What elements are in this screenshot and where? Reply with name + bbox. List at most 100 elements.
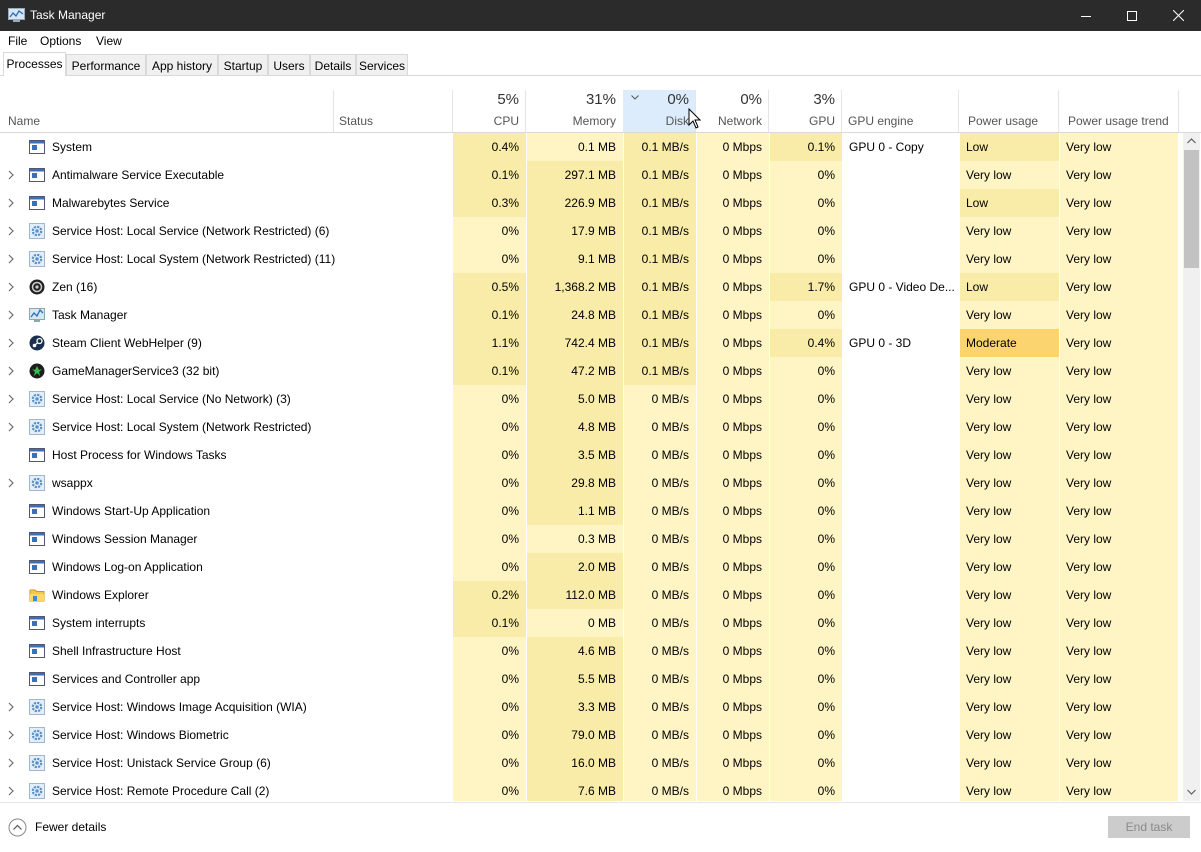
process-name: Service Host: Windows Image Acquisition … — [52, 700, 307, 714]
expand-chevron-right-icon[interactable] — [8, 693, 18, 721]
app-window-icon — [29, 195, 45, 211]
end-task-button[interactable]: End task — [1108, 816, 1190, 838]
table-row[interactable]: Windows Start-Up Application 0% 1.1 MB 0 MB… — [0, 497, 1178, 525]
table-row[interactable]: System interrupts 0.1% 0 MB 0 MB/s 0 Mbps 0% V… — [0, 609, 1178, 637]
fewer-details-button[interactable]: Fewer details — [8, 816, 118, 838]
cell-network: 0 Mbps — [696, 469, 769, 497]
tab-services[interactable]: Services — [356, 54, 408, 75]
process-name: Zen (16) — [52, 280, 98, 294]
cell-memory: 24.8 MB — [526, 301, 623, 329]
column-separator[interactable] — [1178, 90, 1179, 132]
header-status[interactable]: Status — [333, 90, 453, 132]
cell-gpu-engine — [842, 357, 959, 385]
tab-users[interactable]: Users — [268, 54, 310, 75]
cell-gpu: 0% — [769, 637, 842, 665]
table-row[interactable]: Service Host: Local System (Network Rest… — [0, 245, 1178, 273]
cell-cpu: 0.1% — [453, 609, 526, 637]
table-row[interactable]: System 0.4% 0.1 MB 0.1 MB/s 0 Mbps 0.1% GPU 0 … — [0, 133, 1178, 161]
minimize-button[interactable] — [1063, 0, 1109, 31]
table-row[interactable]: Windows Explorer 0.2% 112.0 MB 0 MB/s 0 Mbps… — [0, 581, 1178, 609]
scroll-down-arrow-icon[interactable] — [1187, 789, 1196, 795]
table-row[interactable]: Windows Log-on Application 0% 2.0 MB 0 MB/s… — [0, 553, 1178, 581]
header-power-usage[interactable]: Power usage — [959, 90, 1059, 132]
scroll-thumb[interactable] — [1184, 150, 1199, 268]
header-gpu[interactable]: 3% GPU — [769, 90, 842, 132]
header-gpu-engine[interactable]: GPU engine — [842, 90, 959, 132]
header-network[interactable]: 0% Network — [696, 90, 769, 132]
cell-cpu: 0% — [453, 441, 526, 469]
menu-options[interactable]: Options — [40, 34, 81, 48]
table-row[interactable]: Service Host: Windows Biometric 0% 79.0 MB… — [0, 721, 1178, 749]
tab-startup[interactable]: Startup — [218, 54, 268, 75]
tab-app-history[interactable]: App history — [146, 54, 218, 75]
tab-processes[interactable]: Processes — [3, 52, 66, 76]
cell-gpu-engine — [842, 469, 959, 497]
cell-cpu: 0% — [453, 721, 526, 749]
expand-chevron-right-icon[interactable] — [8, 273, 18, 301]
table-row[interactable]: Task Manager 0.1% 24.8 MB 0.1 MB/s 0 Mbps 0% V… — [0, 301, 1178, 329]
cell-memory: 1,368.2 MB — [526, 273, 623, 301]
header-power-usage-trend[interactable]: Power usage trend — [1059, 90, 1179, 132]
cell-disk: 0 MB/s — [623, 693, 696, 721]
cell-gpu-engine — [842, 721, 959, 749]
scroll-up-arrow-icon[interactable] — [1187, 138, 1196, 144]
cell-gpu: 0% — [769, 721, 842, 749]
expand-chevron-right-icon[interactable] — [8, 189, 18, 217]
expand-chevron-right-icon[interactable] — [8, 301, 18, 329]
table-row[interactable]: Antimalware Service Executable 0.1% 297.1 … — [0, 161, 1178, 189]
cell-gpu: 0.1% — [769, 133, 842, 161]
table-row[interactable]: Malwarebytes Service 0.3% 226.9 MB 0.1 MB/s… — [0, 189, 1178, 217]
cell-gpu: 0% — [769, 301, 842, 329]
expand-chevron-right-icon[interactable] — [8, 245, 18, 273]
table-row[interactable]: Services and Controller app 0% 5.5 MB 0 MB/… — [0, 665, 1178, 693]
table-row[interactable]: Windows Session Manager 0% 0.3 MB 0 MB/s 0 M… — [0, 525, 1178, 553]
table-row[interactable]: Service Host: Windows Image Acquisition … — [0, 693, 1178, 721]
cell-trend: Very low — [1059, 749, 1178, 777]
expand-chevron-right-icon[interactable] — [8, 161, 18, 189]
expand-chevron-right-icon[interactable] — [8, 357, 18, 385]
header-name[interactable]: Name — [0, 90, 333, 132]
header-gpu-percent: 3% — [813, 91, 835, 108]
expand-chevron-right-icon[interactable] — [8, 749, 18, 777]
expand-chevron-right-icon[interactable] — [8, 385, 18, 413]
table-row[interactable]: Service Host: Remote Procedure Call (2) 0… — [0, 777, 1178, 801]
header-cpu[interactable]: 5% CPU — [453, 90, 526, 132]
expand-chevron-right-icon[interactable] — [8, 469, 18, 497]
expand-chevron-right-icon[interactable] — [8, 721, 18, 749]
table-row[interactable]: Steam Client WebHelper (9) 1.1% 742.4 MB 0.… — [0, 329, 1178, 357]
tab-performance[interactable]: Performance — [66, 54, 146, 75]
table-row[interactable]: Service Host: Local Service (No Network)… — [0, 385, 1178, 413]
cell-gpu-engine — [842, 245, 959, 273]
maximize-icon — [1127, 10, 1137, 21]
header-memory[interactable]: 31% Memory — [526, 90, 623, 132]
vertical-scrollbar[interactable] — [1183, 133, 1200, 801]
table-row[interactable]: Zen (16) 0.5% 1,368.2 MB 0.1 MB/s 0 Mbps 1.7%… — [0, 273, 1178, 301]
expand-chevron-right-icon[interactable] — [8, 217, 18, 245]
header-disk[interactable]: 0% Disk — [623, 90, 696, 132]
table-row[interactable]: Service Host: Local Service (Network Res… — [0, 217, 1178, 245]
tab-details[interactable]: Details — [310, 54, 356, 75]
table-row[interactable]: GameManagerService3 (32 bit) 0.1% 47.2 MB 0… — [0, 357, 1178, 385]
expand-chevron-right-icon[interactable] — [8, 777, 18, 801]
cell-cpu: 0% — [453, 665, 526, 693]
table-row[interactable]: Service Host: Unistack Service Group (6)… — [0, 749, 1178, 777]
header-disk-label: Disk — [665, 114, 689, 128]
table-row[interactable]: Service Host: Local System (Network Rest… — [0, 413, 1178, 441]
expand-chevron-right-icon[interactable] — [8, 329, 18, 357]
cell-power: Very low — [959, 609, 1059, 637]
table-row[interactable]: Shell Infrastructure Host 0% 4.6 MB 0 MB/s 0… — [0, 637, 1178, 665]
table-row[interactable]: wsappx 0% 29.8 MB 0 MB/s 0 Mbps 0% Very low Ver… — [0, 469, 1178, 497]
cell-memory: 297.1 MB — [526, 161, 623, 189]
menu-view[interactable]: View — [96, 34, 122, 48]
close-button[interactable] — [1155, 0, 1201, 31]
title-bar: Task Manager — [0, 0, 1201, 31]
game-manager-icon — [29, 363, 45, 379]
menu-file[interactable]: File — [8, 34, 27, 48]
menu-bar: File Options View — [0, 31, 1201, 51]
cell-cpu: 0% — [453, 637, 526, 665]
cell-gpu: 0% — [769, 161, 842, 189]
table-row[interactable]: Host Process for Windows Tasks 0% 3.5 MB 0 … — [0, 441, 1178, 469]
cell-gpu-engine — [842, 441, 959, 469]
expand-chevron-right-icon[interactable] — [8, 413, 18, 441]
maximize-button[interactable] — [1109, 0, 1155, 31]
